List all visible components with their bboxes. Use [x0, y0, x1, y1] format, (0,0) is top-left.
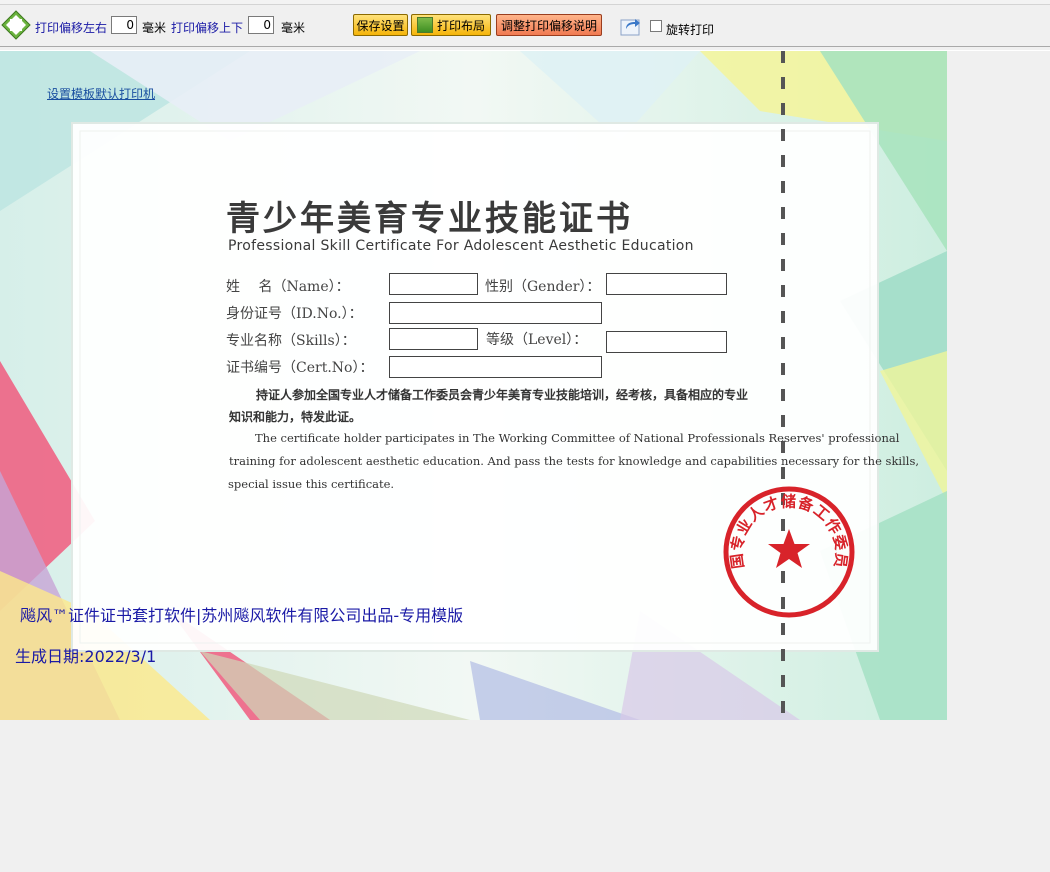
certificate-title-cn: 青少年美育专业技能证书	[226, 199, 633, 239]
certificate-title-en: Professional Skill Certificate For Adole…	[228, 238, 694, 254]
name-field[interactable]	[389, 273, 478, 295]
gender-field[interactable]	[606, 273, 727, 295]
offset-help-button[interactable]: 调整打印偏移说明	[496, 14, 602, 36]
cert-no-label: 证书编号（Cert.No）：	[226, 360, 374, 376]
print-layout-label: 打印布局	[436, 18, 485, 33]
save-settings-label: 保存设置	[356, 18, 405, 33]
offset-lr-label: 打印偏移左右	[35, 21, 108, 35]
rotate-print-label: 旋转打印	[666, 23, 715, 37]
body-text-en-3: special issue this certificate.	[228, 477, 395, 491]
software-credit-text: 飚风™证件证书套打软件|苏州飚风软件有限公司出品-专用模版	[20, 606, 464, 625]
offset-ud-label: 打印偏移上下	[171, 21, 244, 35]
arrow-pad-icon[interactable]	[0, 9, 32, 41]
name-label: 姓 名（Name）：	[226, 279, 350, 295]
cert-no-field[interactable]	[389, 356, 602, 378]
level-label: 等级（Level）：	[486, 332, 588, 348]
id-no-field[interactable]	[389, 302, 602, 324]
offset-help-label: 调整打印偏移说明	[500, 18, 597, 33]
print-layout-button[interactable]: 打印布局	[411, 14, 491, 36]
official-seal: 全国专业人才储备工作委员会	[722, 485, 855, 618]
certificate-canvas: 设置模板默认打印机 青少年美育专业技能证书 Professional Skill…	[0, 51, 947, 720]
level-field[interactable]	[606, 331, 727, 353]
generated-date-text: 生成日期:2022/3/1	[15, 647, 157, 666]
grid-icon	[416, 17, 433, 33]
set-default-printer-link[interactable]: 设置模板默认打印机	[47, 85, 155, 102]
body-text-cn-1: 持证人参加全国专业人才储备工作委员会青少年美育专业技能培训，经考核，具备相应的专…	[256, 388, 749, 402]
skills-field[interactable]	[389, 328, 478, 350]
gender-label: 性别（Gender）：	[485, 279, 601, 295]
offset-ud-input[interactable]	[248, 16, 274, 34]
offset-ud-unit: 毫米	[281, 21, 306, 35]
body-text-cn-2: 知识和能力，特发此证。	[229, 410, 362, 424]
share-arrow-icon[interactable]	[619, 13, 643, 37]
body-text-en-1: The certificate holder participates in T…	[255, 431, 900, 445]
body-text-en-2: training for adolescent aesthetic educat…	[229, 454, 919, 468]
id-no-label: 身份证号（ID.No.）：	[226, 306, 363, 322]
offset-lr-unit: 毫米	[142, 21, 167, 35]
seal-star-icon	[768, 529, 810, 568]
rotate-print-checkbox[interactable]	[650, 20, 662, 32]
skills-label: 专业名称（Skills）：	[226, 333, 356, 349]
save-settings-button[interactable]: 保存设置	[353, 14, 408, 36]
offset-lr-input[interactable]	[111, 16, 137, 34]
